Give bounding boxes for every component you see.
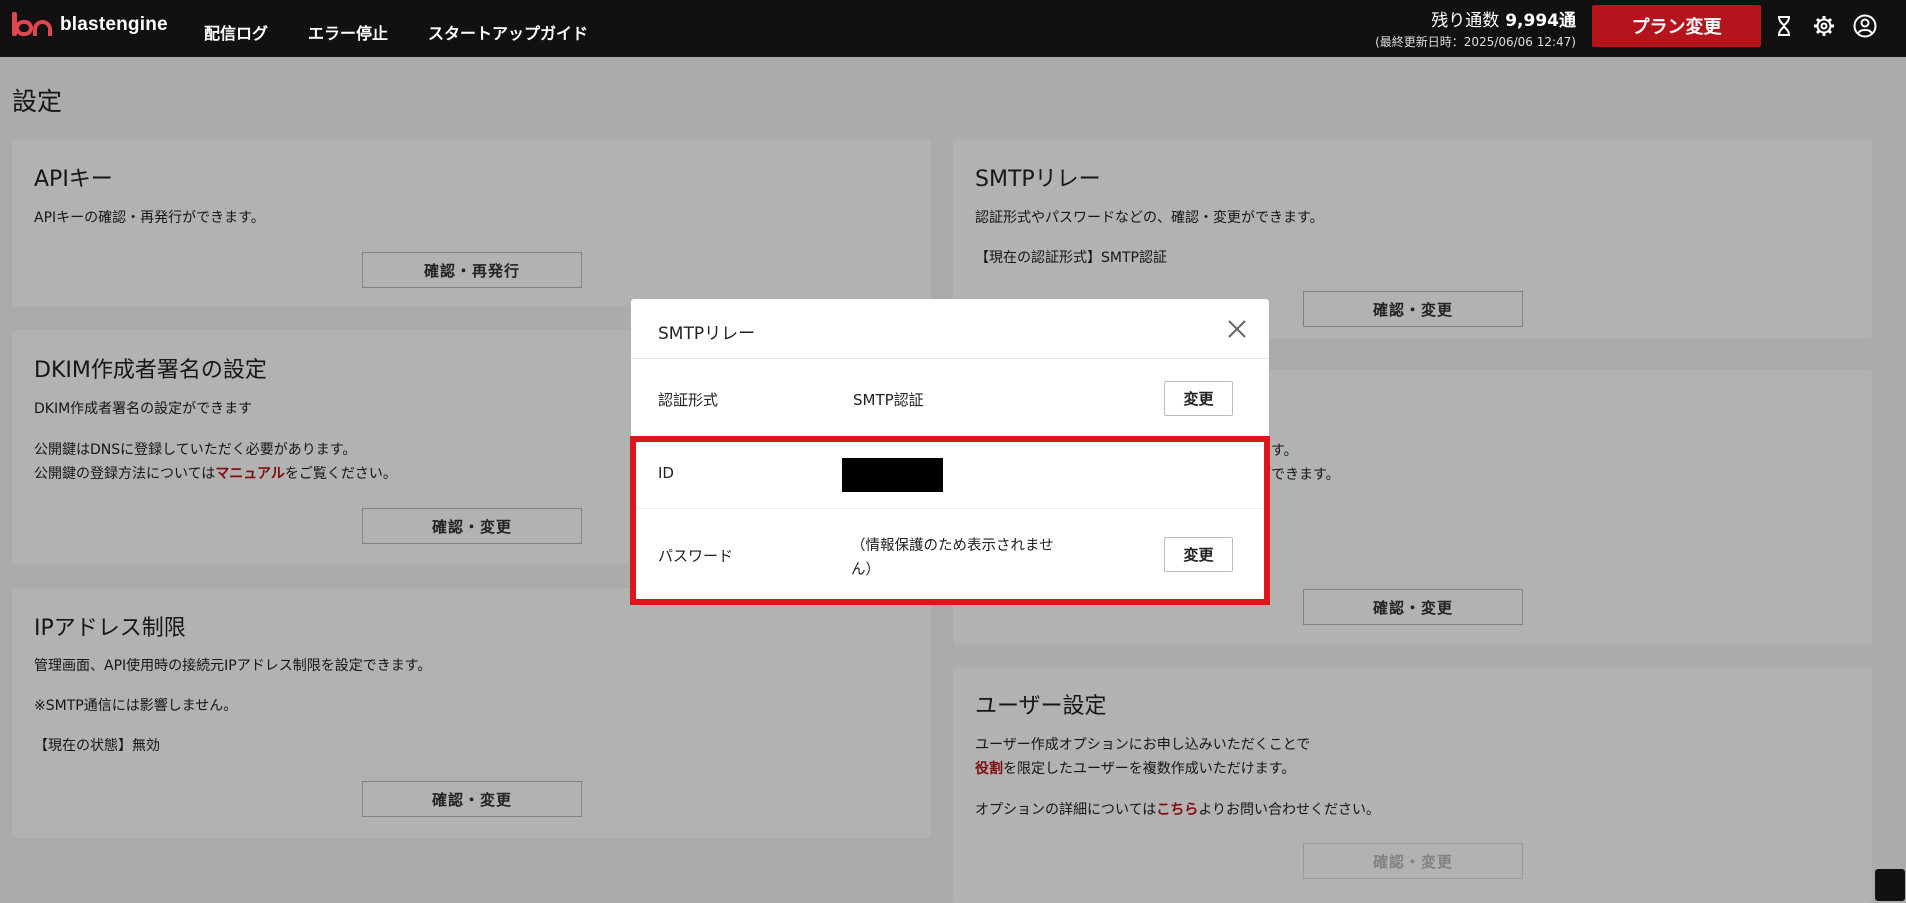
nav-delivery-log[interactable]: 配信ログ [204, 20, 268, 44]
modal-header: SMTPリレー [631, 299, 1269, 359]
hourglass-icon[interactable] [1772, 14, 1796, 38]
auth-type-value: SMTP認証 [853, 391, 924, 409]
modal-title: SMTPリレー [658, 324, 756, 344]
remaining-label: 残り通数 [1431, 11, 1500, 31]
close-icon[interactable] [1225, 317, 1249, 341]
plan-change-button[interactable]: プラン変更 [1592, 5, 1761, 47]
remaining-value: 9,994通 [1505, 11, 1576, 31]
logo-text: blastengine [60, 14, 168, 35]
floating-widget[interactable] [1875, 869, 1905, 901]
remaining-count: 残り通数 9,994通 (最終更新日時：2025/06/06 12:47) [1375, 6, 1576, 50]
auth-type-change-button[interactable]: 変更 [1164, 381, 1233, 416]
gear-icon[interactable] [1812, 14, 1836, 38]
user-icon[interactable] [1853, 14, 1877, 38]
nav-startup-guide[interactable]: スタートアップガイド [428, 20, 588, 44]
logo-mark-icon [12, 12, 52, 38]
nav-error-stop[interactable]: エラー停止 [308, 20, 388, 44]
highlight-box [630, 436, 1270, 605]
main-nav: 配信ログ エラー停止 スタートアップガイド [204, 20, 588, 44]
auth-type-label: 認証形式 [658, 391, 719, 409]
brand-logo[interactable]: blastengine [12, 12, 168, 38]
last-updated: (最終更新日時：2025/06/06 12:47) [1375, 35, 1576, 49]
top-header: blastengine 配信ログ エラー停止 スタートアップガイド 残り通数 9… [0, 0, 1906, 57]
